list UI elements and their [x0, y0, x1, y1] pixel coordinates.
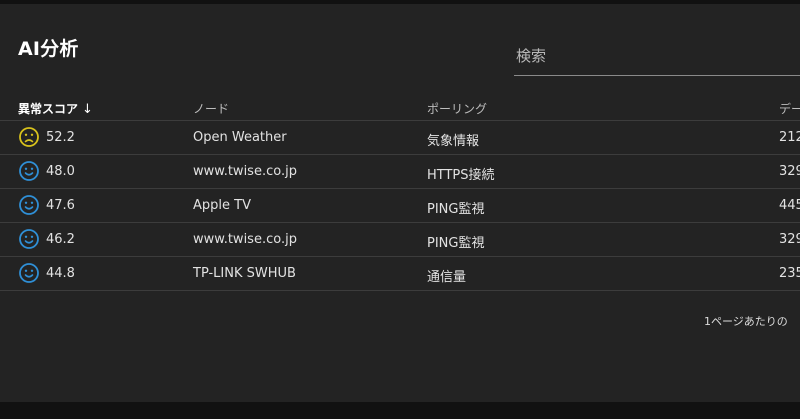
bottom-border	[0, 402, 800, 419]
node-cell: www.twise.co.jp	[193, 164, 297, 179]
column-header-polling[interactable]: ポーリング	[427, 100, 487, 117]
node-cell: www.twise.co.jp	[193, 232, 297, 247]
anomaly-score-cell: 46.2	[46, 232, 75, 247]
page-title: AI分析	[18, 38, 79, 60]
data-cell: 329	[779, 232, 800, 247]
table-row[interactable]: 48.0 www.twise.co.jp HTTPS接続 329	[0, 155, 800, 188]
table-row[interactable]: 52.2 Open Weather 気象情報 212	[0, 121, 800, 154]
table-row[interactable]: 46.2 www.twise.co.jp PING監視 329	[0, 223, 800, 256]
smiley-face-icon	[18, 194, 40, 216]
data-cell: 329	[779, 164, 800, 179]
polling-cell: PING監視	[427, 202, 485, 217]
smiley-face-icon	[18, 228, 40, 250]
column-header-label: 異常スコア	[18, 102, 79, 116]
node-cell: TP-LINK SWHUB	[193, 266, 296, 281]
rows-per-page-label: 1ページあたりの	[704, 315, 788, 328]
arrow-down-icon: ↓	[82, 102, 93, 117]
row-divider	[0, 290, 800, 291]
data-cell: 212	[779, 130, 800, 145]
polling-cell: HTTPS接続	[427, 168, 495, 183]
search-input[interactable]	[514, 40, 800, 72]
data-cell: 445	[779, 198, 800, 213]
polling-cell: 気象情報	[427, 134, 480, 149]
anomaly-score-cell: 52.2	[46, 130, 75, 145]
node-cell: Apple TV	[193, 198, 251, 213]
sad-face-icon	[18, 126, 40, 148]
polling-cell: 通信量	[427, 270, 467, 285]
column-header-anomaly-score[interactable]: 異常スコア ↓	[18, 100, 93, 117]
smiley-face-icon	[18, 262, 40, 284]
polling-cell: PING監視	[427, 236, 485, 251]
anomaly-score-cell: 44.8	[46, 266, 75, 281]
data-cell: 235	[779, 266, 800, 281]
table-row[interactable]: 47.6 Apple TV PING監視 445	[0, 189, 800, 222]
table-row[interactable]: 44.8 TP-LINK SWHUB 通信量 235	[0, 257, 800, 290]
smiley-face-icon	[18, 160, 40, 182]
column-header-node[interactable]: ノード	[193, 100, 229, 117]
column-header-data[interactable]: デー	[779, 100, 800, 117]
search-field[interactable]	[514, 40, 800, 76]
anomaly-score-cell: 48.0	[46, 164, 75, 179]
anomaly-score-cell: 47.6	[46, 198, 75, 213]
node-cell: Open Weather	[193, 130, 287, 145]
